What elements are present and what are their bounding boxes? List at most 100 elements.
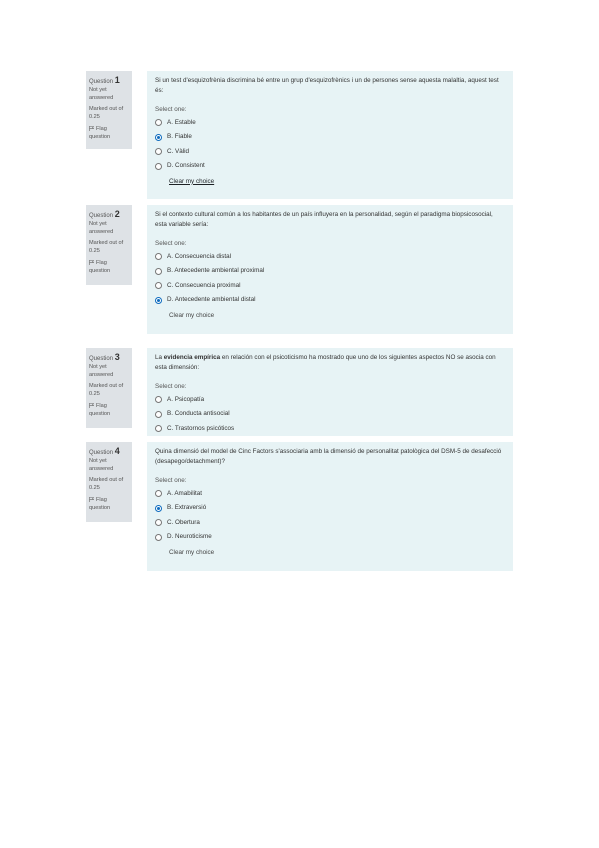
question-label: Question: [89, 213, 114, 219]
answer-label: D. Antecedente ambiental distal: [167, 296, 256, 304]
radio-button[interactable]: [155, 282, 162, 290]
answer-label: D. Neuroticisme: [167, 533, 212, 541]
question-text: Quina dimensió del model de Cinc Factors…: [155, 447, 504, 467]
answer-option[interactable]: B. Antecedente ambiental proximal: [155, 264, 504, 279]
answer-label: C. Vàlid: [167, 147, 190, 155]
question-info-4: Question 4 Not yet answered Marked out o…: [86, 442, 132, 522]
question-text-bold: evidencia empírica: [163, 354, 221, 361]
answer-label: C. Trastornos psicóticos: [167, 424, 235, 432]
question-number-value: 4: [114, 446, 120, 456]
radio-button-selected[interactable]: [155, 133, 162, 141]
answer-label: B. Antecedente ambiental proximal: [167, 267, 265, 275]
answer-label: B. Fiable: [167, 133, 192, 141]
question-content-4: Quina dimensió del model de Cinc Factors…: [147, 442, 513, 571]
radio-button[interactable]: [155, 148, 162, 156]
question-text: Si un test d'esquizofrènia discrimina bé…: [155, 76, 504, 96]
question-number-value: 1: [114, 75, 120, 85]
flag-icon: [89, 497, 95, 503]
question-label: Question: [89, 79, 114, 85]
answer-option[interactable]: B. Conducta antisocial: [155, 407, 504, 422]
question-text-part: Si el contexto cultural común a los habi…: [155, 211, 493, 228]
radio-button[interactable]: [155, 267, 162, 275]
question-text: Si el contexto cultural común a los habi…: [155, 210, 504, 230]
answer-label: D. Consistent: [167, 162, 205, 170]
radio-button-selected[interactable]: [155, 296, 162, 304]
flag-question-button[interactable]: Flag question: [89, 126, 129, 141]
select-prompt: Select one:: [155, 105, 187, 113]
answer-option[interactable]: D. Neuroticisme: [155, 530, 504, 545]
question-number: Question 3: [89, 351, 129, 363]
question-text-part: Quina dimensió del model de Cinc Factors…: [155, 448, 502, 465]
select-prompt: Select one:: [155, 476, 187, 484]
radio-button[interactable]: [155, 425, 162, 433]
question-info-3: Question 3 Not yet answered Marked out o…: [86, 348, 132, 428]
question-label: Question: [89, 450, 114, 456]
answer-label: C. Obertura: [167, 518, 200, 526]
question-label: Question: [89, 356, 114, 362]
select-prompt: Select one:: [155, 239, 187, 247]
answer-option[interactable]: A. Consecuencia distal: [155, 249, 504, 264]
flag-question-button[interactable]: Flag question: [89, 497, 129, 512]
answer-option[interactable]: B. Fiable: [155, 130, 504, 145]
question-number: Question 4: [89, 445, 129, 457]
clear-choice-link[interactable]: Clear my choice: [169, 548, 214, 558]
answer-option[interactable]: A. Estable: [155, 115, 504, 130]
answer-option[interactable]: B. Extraversió: [155, 501, 504, 516]
radio-button[interactable]: [155, 396, 162, 404]
answer-list: A. Psicopatía B. Conducta antisocial C. …: [155, 392, 504, 436]
answer-label: A. Amabilitat: [167, 489, 202, 497]
question-grade: Marked out of 0.25: [89, 383, 124, 397]
question-text-part: La: [155, 354, 164, 361]
question-state: Not yet answered: [89, 221, 114, 235]
answer-label: C. Consecuencia proximal: [167, 281, 241, 289]
answer-label: A. Estable: [167, 118, 196, 126]
answer-list: A. Consecuencia distal B. Antecedente am…: [155, 249, 504, 307]
radio-button-selected[interactable]: [155, 504, 162, 512]
answer-list: A. Estable B. Fiable C. Vàlid D. Consist…: [155, 115, 504, 173]
radio-button[interactable]: [155, 519, 162, 527]
radio-button[interactable]: [155, 533, 162, 541]
clear-choice-link[interactable]: Clear my choice: [169, 177, 214, 187]
question-state: Not yet answered: [89, 87, 114, 101]
answer-option[interactable]: A. Psicopatía: [155, 392, 504, 407]
flag-question-button[interactable]: Flag question: [89, 403, 129, 418]
flag-icon: [89, 126, 95, 132]
question-grade: Marked out of 0.25: [89, 240, 124, 254]
radio-button[interactable]: [155, 490, 162, 498]
question-text-part: Si un test d'esquizofrènia discrimina bé…: [155, 77, 499, 94]
question-info-1: Question 1 Not yet answered Marked out o…: [86, 71, 132, 149]
question-number: Question 1: [89, 74, 129, 86]
answer-option[interactable]: D. Consistent: [155, 159, 504, 174]
flag-icon: [89, 403, 95, 409]
answer-label: A. Psicopatía: [167, 395, 205, 403]
radio-button[interactable]: [155, 410, 162, 418]
radio-button[interactable]: [155, 253, 162, 261]
answer-label: B. Extraversió: [167, 504, 207, 512]
answer-list: A. Amabilitat B. Extraversió C. Obertura…: [155, 486, 504, 544]
answer-label: A. Consecuencia distal: [167, 252, 232, 260]
question-content-2: Si el contexto cultural común a los habi…: [147, 205, 513, 334]
question-grade: Marked out of 0.25: [89, 477, 124, 491]
question-content-1: Si un test d'esquizofrènia discrimina bé…: [147, 71, 513, 199]
question-number-value: 3: [114, 352, 120, 362]
flag-question-button[interactable]: Flag question: [89, 260, 129, 275]
answer-option[interactable]: A. Amabilitat: [155, 486, 504, 501]
question-number: Question 2: [89, 208, 129, 220]
radio-button[interactable]: [155, 119, 162, 127]
question-grade: Marked out of 0.25: [89, 106, 124, 120]
radio-button[interactable]: [155, 162, 162, 170]
question-text: La evidencia empírica en relación con el…: [155, 353, 504, 373]
answer-label: B. Conducta antisocial: [167, 410, 230, 418]
question-state: Not yet answered: [89, 364, 114, 378]
answer-option[interactable]: C. Consecuencia proximal: [155, 278, 504, 293]
flag-icon: [89, 260, 95, 266]
question-number-value: 2: [114, 209, 120, 219]
question-state: Not yet answered: [89, 458, 114, 472]
answer-option[interactable]: D. Antecedente ambiental distal: [155, 293, 504, 308]
answer-option[interactable]: C. Obertura: [155, 515, 504, 530]
clear-choice-link[interactable]: Clear my choice: [169, 311, 214, 321]
question-info-2: Question 2 Not yet answered Marked out o…: [86, 205, 132, 285]
question-content-3: La evidencia empírica en relación con el…: [147, 348, 513, 436]
answer-option[interactable]: C. Trastornos psicóticos: [155, 421, 504, 436]
answer-option[interactable]: C. Vàlid: [155, 144, 504, 159]
